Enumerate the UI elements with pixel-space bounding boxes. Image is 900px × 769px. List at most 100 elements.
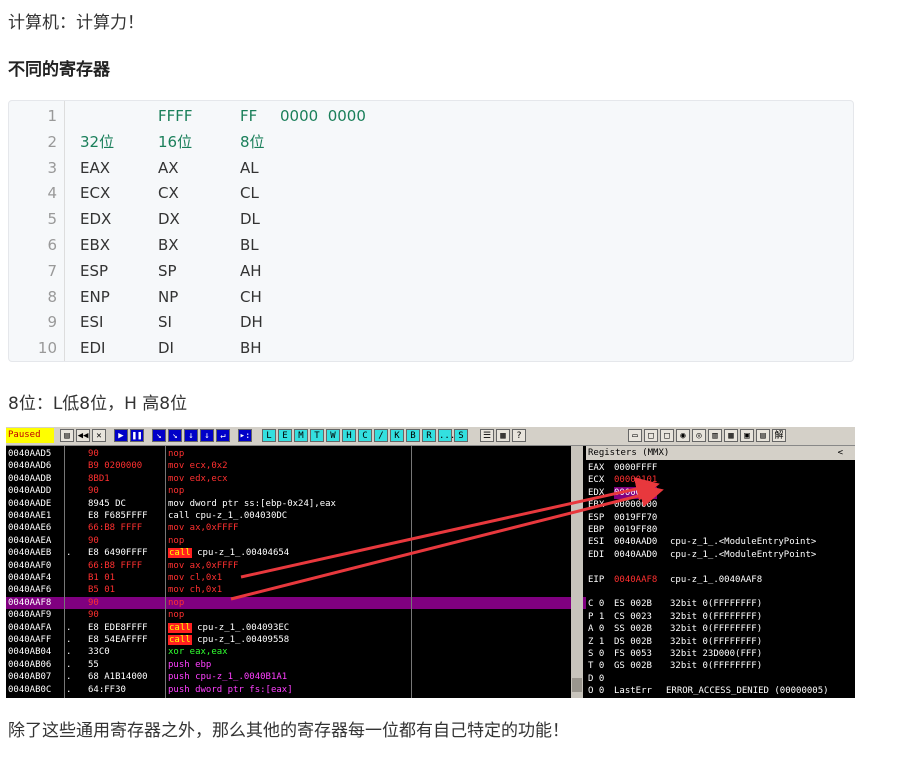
call-keyword: call (168, 548, 192, 559)
toolbar-button[interactable]: ▦ (496, 429, 510, 442)
register-value[interactable]: 0019FF70 (614, 512, 657, 524)
register-value[interactable]: 00000000 (614, 486, 658, 500)
disassembly-row[interactable]: 0040AAFF. E8 54EAFFFF call cpu-z_1_.004095… (6, 634, 586, 646)
register-value[interactable]: 00000101 (614, 474, 657, 486)
toolbar-button[interactable]: ↓ (184, 429, 198, 442)
address: 0040AB0C (8, 684, 52, 695)
opcode-bytes: 90 (88, 486, 99, 497)
toolbar-button[interactable]: ◎ (692, 429, 706, 442)
code-token: BL (240, 235, 259, 254)
address: 0040AAFF (8, 635, 52, 645)
register-name: EAX (588, 463, 605, 473)
toolbar-button[interactable]: ◉ (676, 429, 690, 442)
toolbar-button[interactable]: B (406, 429, 420, 442)
collapse-arrow-icon[interactable]: < (838, 446, 843, 460)
disassembly-row[interactable]: 0040AB07. 68 A1B14000 push cpu-z_1_.0040B1… (6, 671, 586, 683)
disassembly-row[interactable]: 0040AAE6 66:B8 FFFF mov ax,0xFFFF (6, 522, 586, 534)
toolbar-button[interactable]: ▣ (740, 429, 754, 442)
toolbar-button[interactable]: E (278, 429, 292, 442)
toolbar-button[interactable]: ▤ (60, 429, 74, 442)
toolbar-button[interactable]: ▦ (724, 429, 738, 442)
code-line: FFFF FF 0000 0000 (71, 104, 771, 130)
disassembly-row[interactable]: 0040AAD6 B9 0200000 mov ecx,0x2 (6, 460, 586, 472)
toolbar-button[interactable]: ▸: (238, 429, 252, 442)
opcode-bytes: E8 54EAFFFF (88, 635, 148, 645)
toolbar-button[interactable]: ↓ (200, 429, 214, 442)
toolbar-button[interactable]: / (374, 429, 388, 442)
toolbar-button[interactable]: L (262, 429, 276, 442)
disassembly-row[interactable]: 0040AB0C. 64:FF30 push dword ptr fs:[eax] (6, 684, 586, 696)
disassembly-row[interactable]: 0040AAF4 B1 01 mov cl,0x1 (6, 572, 586, 584)
register-value[interactable]: DS 002B (614, 636, 652, 648)
register-value[interactable]: ES 002B (614, 598, 652, 610)
toolbar-button[interactable]: ▭ (628, 429, 642, 442)
toolbar-button[interactable]: R (422, 429, 436, 442)
register-value[interactable]: 0040AAD0 (614, 536, 657, 548)
toolbar-button[interactable]: C (358, 429, 372, 442)
disassembly-row[interactable]: 0040AADB 8BD1 mov edx,ecx (6, 473, 586, 485)
disassembly-row[interactable]: 0040AAEB. E8 6490FFFF call cpu-z_1_.004046… (6, 547, 586, 559)
code-token: AH (240, 261, 262, 280)
scrollbar-thumb[interactable] (572, 678, 582, 692)
toolbar-button[interactable]: S (454, 429, 468, 442)
toolbar-button[interactable]: ☰ (480, 429, 494, 442)
toolbar-button[interactable]: H (342, 429, 356, 442)
opcode-bytes: E8 F685FFFF (88, 511, 148, 521)
register-name: P 1 (588, 611, 605, 622)
toolbar-button[interactable]: ↘ (168, 429, 182, 442)
line-number: 1 (47, 107, 57, 125)
disassembly-row[interactable]: 0040AB06. 55 push ebp (6, 659, 586, 671)
toolbar-button[interactable]: M (294, 429, 308, 442)
call-keyword: call (168, 635, 192, 645)
toolbar-button[interactable]: 解 (772, 429, 786, 442)
toolbar-button[interactable]: ↵ (216, 429, 230, 442)
register-value[interactable]: 0000FFFF (614, 462, 657, 474)
disassembly-row[interactable]: 0040AADD 90 nop (6, 485, 586, 497)
register-value[interactable]: 0040AAF8 (614, 574, 657, 586)
opcode-bytes: 64:FF30 (88, 684, 126, 695)
register-value[interactable]: CS 0023 (614, 611, 652, 623)
register-value[interactable]: GS 002B (614, 660, 652, 672)
disassembly-row[interactable]: 0040AAFA. E8 EDE8FFFF call cpu-z_1_.004093… (6, 622, 586, 634)
registers-title: Registers (MMX) (588, 448, 670, 458)
register-value[interactable]: 0019FF80 (614, 524, 657, 536)
disassembly-row[interactable]: 0040AAF6 B5 01 mov ch,0x1 (6, 584, 586, 596)
code-token: ENP (80, 287, 110, 306)
disassembly-row[interactable]: 0040AAE1 E8 F685FFFF call cpu-z_1_.004030D… (6, 510, 586, 522)
disassembly-scrollbar[interactable] (571, 446, 583, 698)
toolbar-button[interactable]: ✕ (92, 429, 106, 442)
toolbar-button[interactable]: □ (660, 429, 674, 442)
register-description: 32bit 0(FFFFFFFF) (670, 661, 763, 672)
register-value[interactable]: SS 002B (614, 623, 652, 635)
code-line: ENP NP CH (71, 285, 771, 311)
address: 0040AAEB (8, 548, 52, 559)
toolbar-button[interactable]: ▥ (708, 429, 722, 442)
registers-pane[interactable]: Registers (MMX) < EAX 0000FFFF ECX 00000101… (586, 446, 855, 698)
instruction: nop (168, 535, 185, 546)
register-value[interactable]: LastErr (614, 685, 652, 697)
register-value[interactable]: 00000000 (614, 499, 657, 511)
toolbar-button[interactable]: T (310, 429, 324, 442)
register-value[interactable]: 0040AAD0 (614, 549, 657, 561)
register-value[interactable]: FS 0053 (614, 648, 652, 660)
disassembly-row[interactable]: 0040AB04. 33C0 xor eax,eax (6, 646, 586, 658)
toolbar-button[interactable]: ↘ (152, 429, 166, 442)
toolbar-button[interactable]: ▤ (756, 429, 770, 442)
disassembly-row[interactable]: 0040AAF8 90 nop (6, 596, 586, 610)
toolbar-button[interactable]: W (326, 429, 340, 442)
toolbar-button[interactable]: ? (512, 429, 526, 442)
toolbar-button[interactable]: K (390, 429, 404, 442)
disassembly-row[interactable]: 0040AAEA 90 nop (6, 535, 586, 547)
toolbar-button[interactable]: ... (438, 429, 455, 442)
disassembly-row[interactable]: 0040AAF9 90 nop (6, 609, 586, 621)
toolbar-button[interactable]: ▶ (114, 429, 128, 442)
code-token: EBX (80, 235, 111, 254)
disassembly-row[interactable]: 0040AAF0 66:B8 FFFF mov ax,0xFFFF (6, 560, 586, 572)
toolbar-button[interactable]: ❚❚ (130, 429, 144, 442)
disassembly-row[interactable]: 0040AAD5 90 nop (6, 448, 586, 460)
toolbar-button[interactable]: ◀◀ (76, 429, 90, 442)
code-token: 32位 (80, 132, 115, 151)
disassembly-pane[interactable]: 0040AAD5 90 nop 0040AAD6 B9 0200000 mov ecx,0… (6, 446, 586, 698)
toolbar-button[interactable]: □ (644, 429, 658, 442)
disassembly-row[interactable]: 0040AADE 8945 DC mov dword ptr ss:[ebp-0x2… (6, 498, 586, 510)
